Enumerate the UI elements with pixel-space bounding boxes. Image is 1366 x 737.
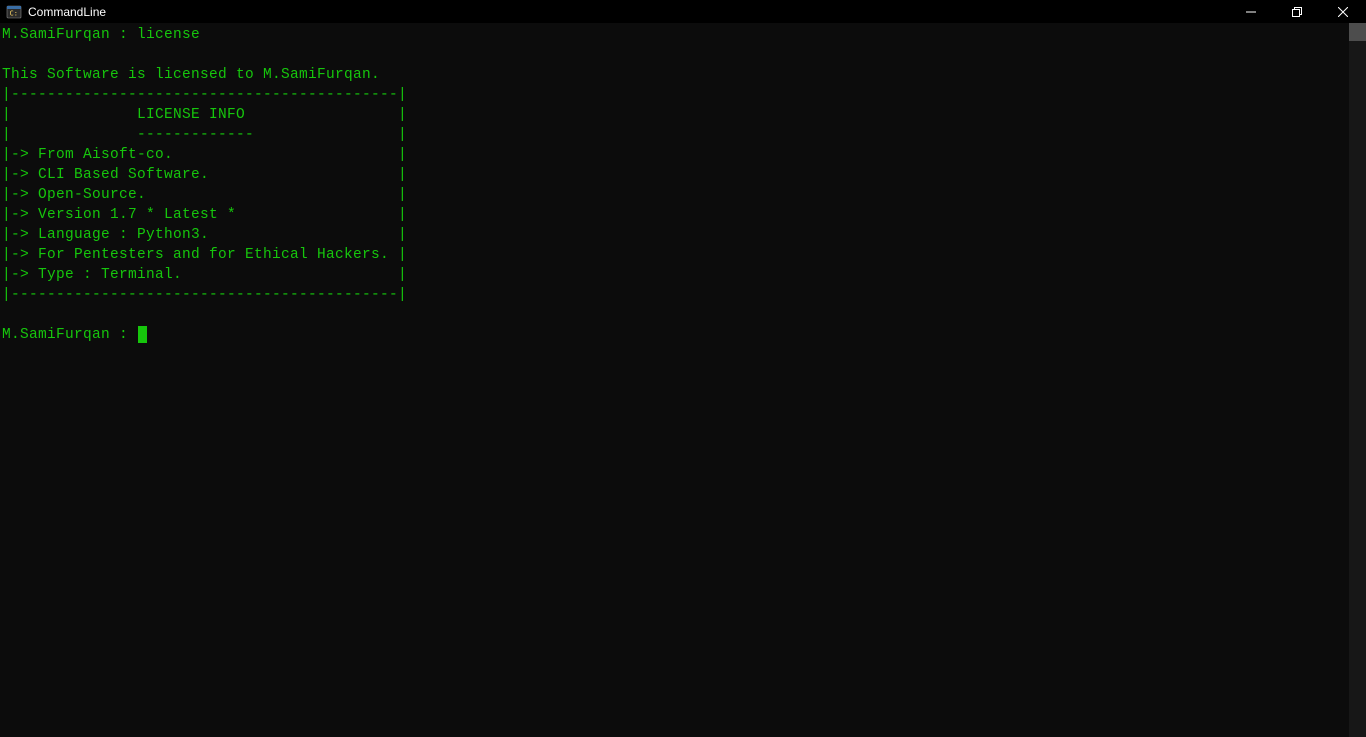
maximize-button[interactable] [1274,0,1320,23]
svg-text:C:: C: [10,9,18,17]
box-line-type: |-> Type : Terminal. | [2,267,407,283]
vertical-scrollbar[interactable] [1349,23,1366,737]
close-button[interactable] [1320,0,1366,23]
maximize-icon [1292,7,1302,17]
window-controls [1228,0,1366,23]
box-border-top: |---------------------------------------… [2,87,407,103]
terminal-output: M.SamiFurqan : license This Software is … [0,23,1366,345]
window-titlebar: C: CommandLine [0,0,1366,23]
minimize-icon [1246,7,1256,17]
close-icon [1338,7,1348,17]
box-border-bottom: |---------------------------------------… [2,287,407,303]
box-header: | LICENSE INFO | [2,107,407,123]
box-line-audience: |-> For Pentesters and for Ethical Hacke… [2,247,407,263]
box-separator: | ------------- | [2,127,407,143]
cursor [138,326,147,343]
window-title: CommandLine [28,5,106,19]
license-to-line: This Software is licensed to M.SamiFurqa… [2,67,380,83]
prompt-line-2: M.SamiFurqan : [2,327,137,343]
prompt-line-1: M.SamiFurqan : license [2,27,200,43]
box-line-cli: |-> CLI Based Software. | [2,167,407,183]
minimize-button[interactable] [1228,0,1274,23]
terminal-area[interactable]: M.SamiFurqan : license This Software is … [0,23,1366,737]
box-line-version: |-> Version 1.7 * Latest * | [2,207,407,223]
box-line-language: |-> Language : Python3. | [2,227,407,243]
app-icon: C: [6,4,22,20]
box-line-from: |-> From Aisoft-co. | [2,147,407,163]
box-line-opensource: |-> Open-Source. | [2,187,407,203]
scrollbar-thumb[interactable] [1349,23,1366,41]
